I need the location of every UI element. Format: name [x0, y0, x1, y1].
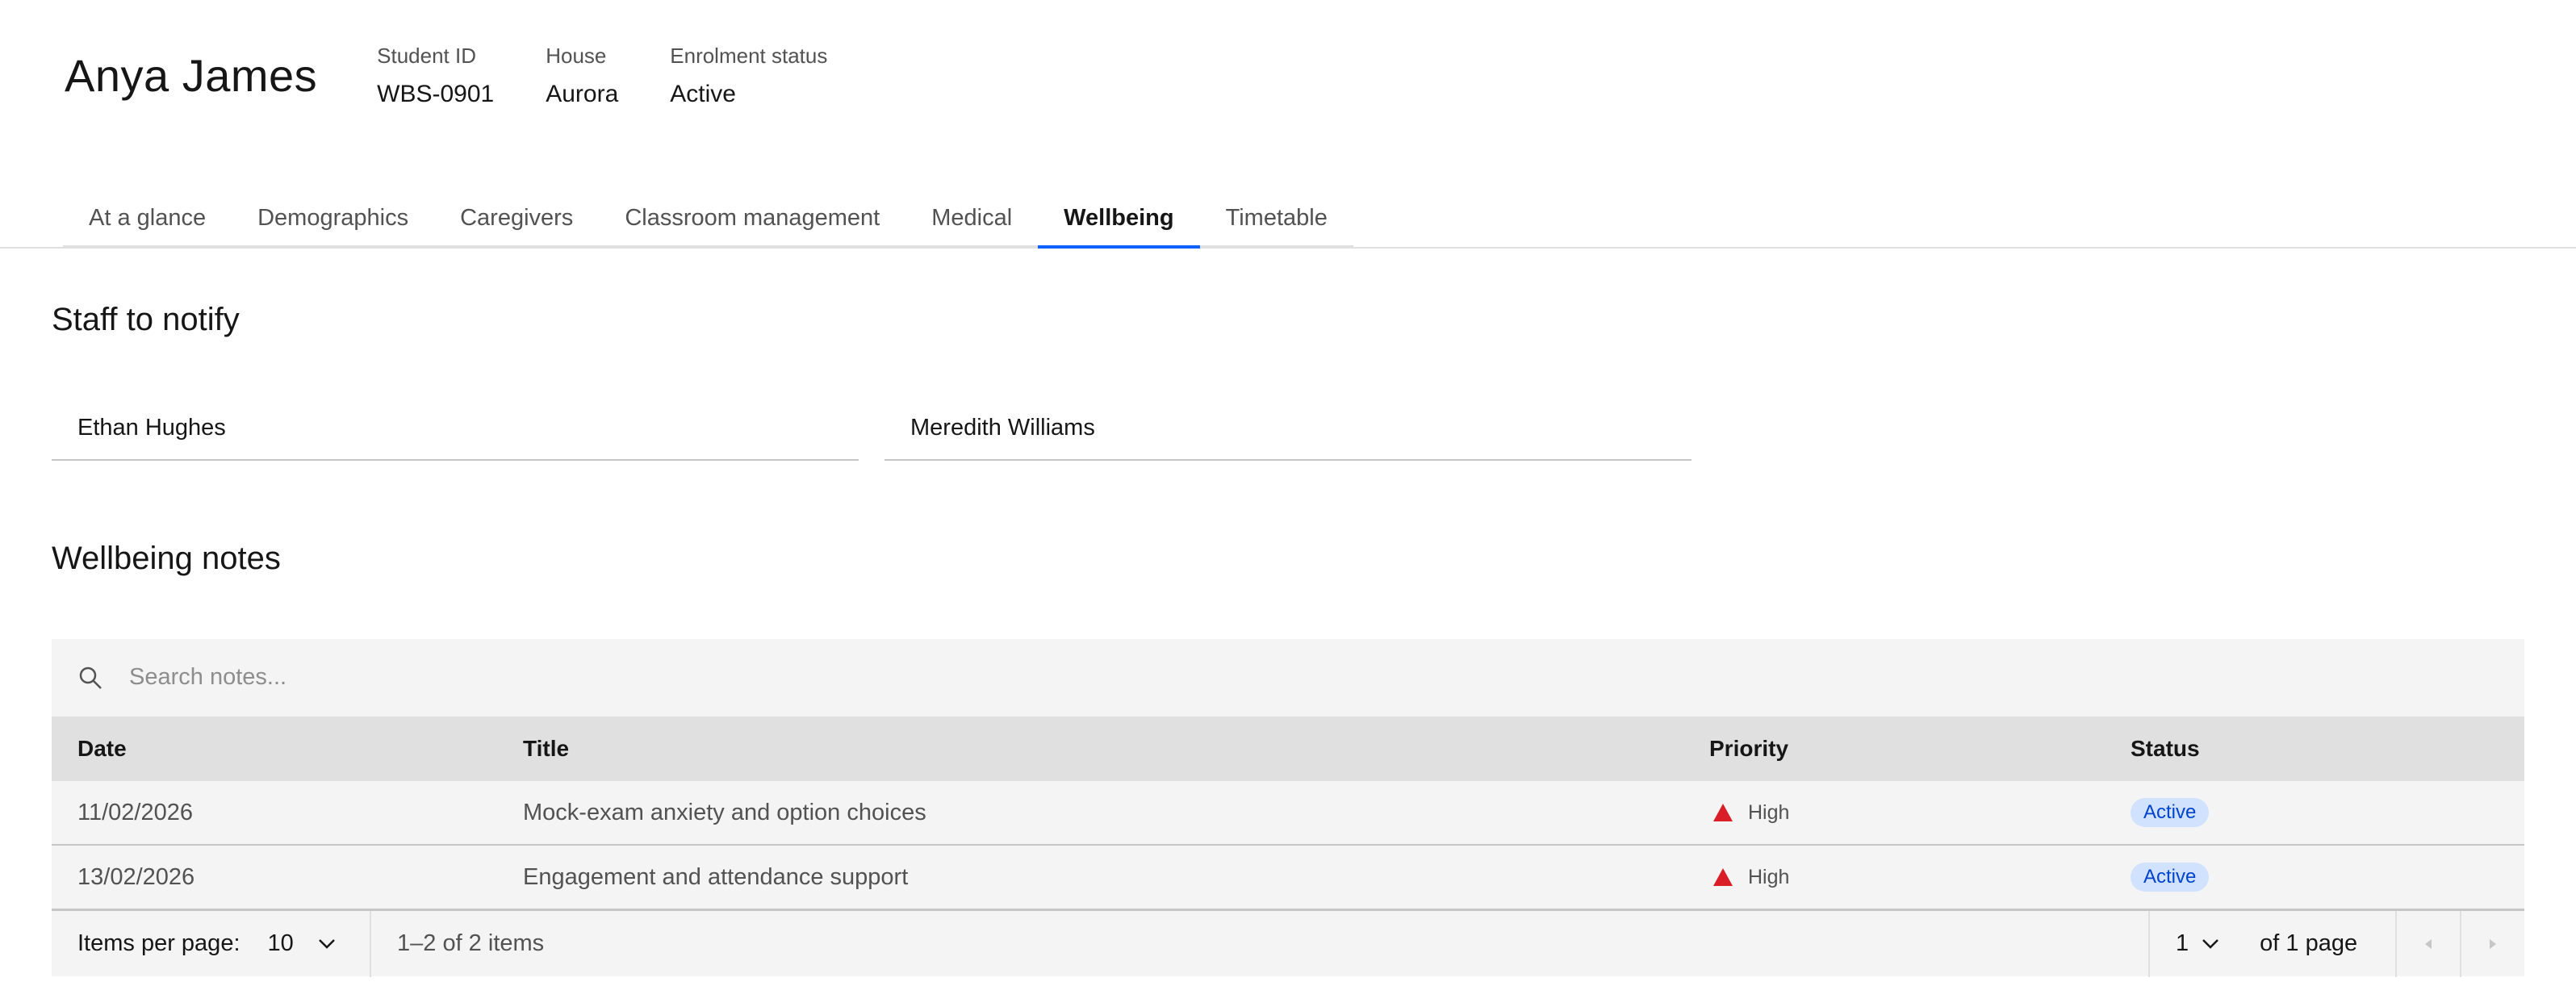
notes-section-title: Wellbeing notes [52, 541, 281, 576]
previous-page-button[interactable] [2395, 910, 2460, 977]
search-icon [79, 666, 102, 689]
cell-status: Active [2131, 798, 2524, 827]
notes-table: Date Title Priority Status 11/02/2026 Mo… [52, 639, 2524, 977]
meta-house: House Aurora [546, 40, 618, 107]
meta-label: Student ID [377, 44, 476, 68]
tab-list: At a glance Demographics Caregivers Clas… [63, 190, 1353, 249]
tab-bar: At a glance Demographics Caregivers Clas… [0, 190, 2576, 249]
meta-value: WBS-0901 [377, 81, 495, 107]
table-row[interactable]: 13/02/2026 Engagement and attendance sup… [52, 846, 2524, 910]
search-input[interactable] [129, 664, 2389, 691]
student-name: Anya James [65, 50, 318, 101]
search-bar [52, 639, 2524, 717]
staff-field[interactable]: Meredith Williams [884, 400, 1692, 461]
priority-label: High [1748, 800, 1790, 824]
next-page-button[interactable] [2460, 910, 2524, 977]
cell-date: 11/02/2026 [77, 799, 193, 825]
meta-label: Enrolment status [670, 44, 828, 68]
student-meta: Student ID WBS-0901 House Aurora Enrolme… [377, 40, 879, 107]
meta-value: Aurora [546, 81, 619, 107]
cell-priority: High [1709, 866, 2131, 889]
warning-triangle-icon [1713, 868, 1733, 886]
column-header-title[interactable]: Title [523, 736, 1709, 762]
chevron-down-icon [2202, 938, 2219, 949]
column-header-status[interactable]: Status [2131, 736, 2524, 762]
meta-enrolment-status: Enrolment status Active [670, 40, 827, 107]
item-range-text: 1–2 of 2 items [397, 930, 545, 956]
table-row[interactable]: 11/02/2026 Mock-exam anxiety and option … [52, 781, 2524, 846]
priority-label: High [1748, 865, 1790, 888]
items-per-page-select[interactable]: 10 [268, 930, 336, 957]
meta-value: Active [670, 81, 736, 107]
pagination: Items per page: 10 1–2 of 2 items 1 of 1… [52, 910, 2524, 977]
tab-classroom-management[interactable]: Classroom management [599, 190, 906, 249]
cell-title: Mock-exam anxiety and option choices [523, 799, 926, 825]
chevron-down-icon [318, 938, 335, 949]
tab-timetable[interactable]: Timetable [1199, 190, 1353, 249]
table-header: Date Title Priority Status [52, 717, 2524, 781]
tab-at-a-glance[interactable]: At a glance [63, 190, 232, 249]
staff-list: Ethan Hughes Meredith Williams [52, 400, 1717, 461]
cell-priority: High [1709, 801, 2131, 825]
staff-field[interactable]: Ethan Hughes [52, 400, 859, 461]
column-header-date[interactable]: Date [52, 736, 523, 762]
status-badge: Active [2131, 863, 2210, 892]
tab-caregivers[interactable]: Caregivers [434, 190, 600, 249]
cell-title: Engagement and attendance support [523, 863, 909, 890]
items-per-page: Items per page: 10 [52, 910, 371, 977]
tab-wellbeing[interactable]: Wellbeing [1038, 190, 1200, 249]
meta-label: House [546, 44, 607, 68]
tab-demographics[interactable]: Demographics [232, 190, 435, 249]
tab-medical[interactable]: Medical [905, 190, 1039, 249]
page-value: 1 [2176, 930, 2189, 956]
warning-triangle-icon [1713, 804, 1733, 821]
staff-section-title: Staff to notify [52, 302, 240, 337]
caret-right-icon [2490, 938, 2496, 949]
student-header: Anya James Student ID WBS-0901 House Aur… [65, 40, 879, 107]
meta-student-id: Student ID WBS-0901 [377, 40, 494, 107]
caret-left-icon [2425, 938, 2432, 949]
cell-date: 13/02/2026 [77, 863, 195, 890]
status-badge: Active [2131, 798, 2210, 827]
cell-status: Active [2131, 863, 2524, 892]
items-per-page-value: 10 [267, 930, 294, 956]
page-select[interactable]: 1 of 1 page [2148, 910, 2395, 977]
column-header-priority[interactable]: Priority [1709, 736, 2131, 762]
items-per-page-label: Items per page: [77, 930, 240, 956]
page-total-text: of 1 page [2260, 930, 2358, 956]
